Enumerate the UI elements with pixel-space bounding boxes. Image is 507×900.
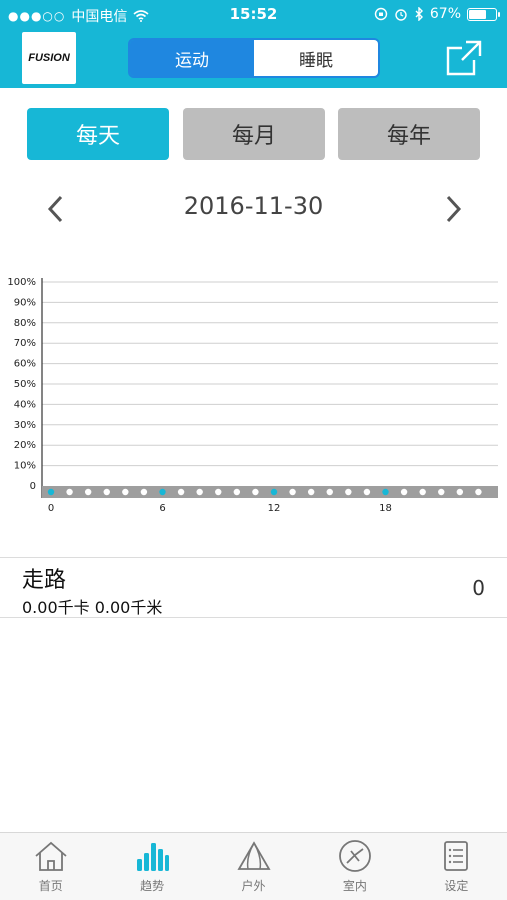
data-point bbox=[475, 488, 482, 496]
battery-icon bbox=[467, 7, 500, 21]
data-point bbox=[363, 488, 371, 496]
data-point bbox=[419, 488, 426, 496]
tab-indoor[interactable]: 室内 bbox=[304, 833, 405, 900]
home-icon bbox=[35, 841, 67, 871]
data-point bbox=[140, 488, 148, 496]
divider bbox=[0, 617, 507, 618]
period-daily-button[interactable]: 每天 bbox=[27, 108, 169, 160]
x-tick-label: 18 bbox=[379, 503, 392, 514]
data-point bbox=[252, 488, 259, 496]
data-point bbox=[159, 488, 166, 496]
baseline-band bbox=[42, 486, 498, 498]
data-point bbox=[215, 488, 222, 496]
y-tick-label: 50% bbox=[14, 379, 36, 390]
app-header: ●●●○○ 中国电信 15:52 67% FUSION 运动 睡眠 bbox=[0, 0, 507, 88]
tab-trend[interactable]: 趋势 bbox=[101, 833, 202, 900]
y-tick-label: 70% bbox=[14, 338, 36, 349]
x-tick-label: 0 bbox=[48, 503, 54, 514]
tab-settings[interactable]: 设定 bbox=[406, 833, 507, 900]
bluetooth-icon bbox=[415, 7, 423, 21]
y-tick-label: 30% bbox=[14, 420, 36, 431]
data-point bbox=[382, 488, 389, 496]
x-tick-label: 6 bbox=[159, 503, 165, 514]
data-point bbox=[400, 488, 408, 496]
tab-home[interactable]: 首页 bbox=[0, 833, 101, 900]
data-point bbox=[326, 488, 333, 496]
brand-logo[interactable]: FUSION bbox=[22, 32, 76, 84]
y-tick-label: 10% bbox=[14, 461, 36, 472]
tent-icon bbox=[236, 841, 271, 870]
period-yearly-button[interactable]: 每年 bbox=[338, 108, 480, 160]
data-point bbox=[47, 488, 55, 496]
x-tick-label: 12 bbox=[268, 503, 281, 514]
activity-title: 走路 bbox=[22, 568, 67, 593]
segment-sleep[interactable]: 睡眠 bbox=[254, 40, 378, 76]
y-tick-label: 40% bbox=[14, 399, 36, 410]
share-icon[interactable] bbox=[444, 38, 484, 78]
status-bar: ●●●○○ 中国电信 15:52 67% bbox=[0, 0, 507, 30]
data-point bbox=[122, 488, 129, 496]
tab-outdoor[interactable]: 户外 bbox=[203, 833, 304, 900]
tab-outdoor-label: 户外 bbox=[241, 879, 266, 893]
data-point bbox=[438, 488, 445, 496]
data-point bbox=[345, 488, 352, 496]
tab-indoor-label: 室内 bbox=[342, 879, 367, 893]
battery-percent: 67% bbox=[429, 6, 461, 22]
activity-count: 0 bbox=[472, 576, 485, 600]
data-point bbox=[289, 488, 296, 496]
data-point bbox=[103, 488, 110, 496]
data-point bbox=[66, 488, 73, 496]
mode-segment-control: 运动 睡眠 bbox=[128, 38, 380, 78]
y-tick-label: 80% bbox=[14, 318, 36, 329]
indoor-icon bbox=[339, 840, 371, 872]
segment-sport[interactable]: 运动 bbox=[130, 40, 254, 76]
alarm-icon bbox=[395, 9, 407, 21]
data-point bbox=[456, 488, 464, 496]
y-tick-label: 60% bbox=[14, 359, 36, 370]
data-point bbox=[270, 488, 278, 496]
tab-settings-label: 设定 bbox=[444, 879, 469, 893]
tab-home-label: 首页 bbox=[38, 879, 63, 893]
y-tick-label: 0 bbox=[30, 481, 36, 492]
activity-summary: 0.00千卡 0.00千米 bbox=[22, 598, 163, 617]
y-tick-label: 90% bbox=[14, 297, 36, 308]
data-point bbox=[84, 488, 92, 496]
tab-trend-label: 趋势 bbox=[140, 879, 165, 893]
tab-bar: 首页 趋势 户外 室内 设定 bbox=[0, 832, 507, 900]
data-point bbox=[307, 488, 315, 496]
period-monthly-button[interactable]: 每月 bbox=[183, 108, 325, 160]
trend-icon bbox=[137, 843, 170, 871]
lock-rotation-icon bbox=[374, 7, 388, 21]
next-date-button[interactable] bbox=[441, 194, 465, 224]
y-tick-label: 20% bbox=[14, 440, 36, 451]
y-tick-label: 100% bbox=[7, 277, 36, 288]
activity-chart: 100% 90% 80% 70% 60% 50% 40% 30% 20% 10% 0 0 6 12 18 bbox=[7, 277, 498, 514]
current-date: 2016-11-30 bbox=[183, 192, 324, 220]
settings-icon bbox=[444, 841, 469, 871]
data-point bbox=[177, 488, 185, 496]
data-point bbox=[196, 488, 203, 496]
divider bbox=[0, 557, 507, 558]
data-point bbox=[233, 488, 241, 496]
